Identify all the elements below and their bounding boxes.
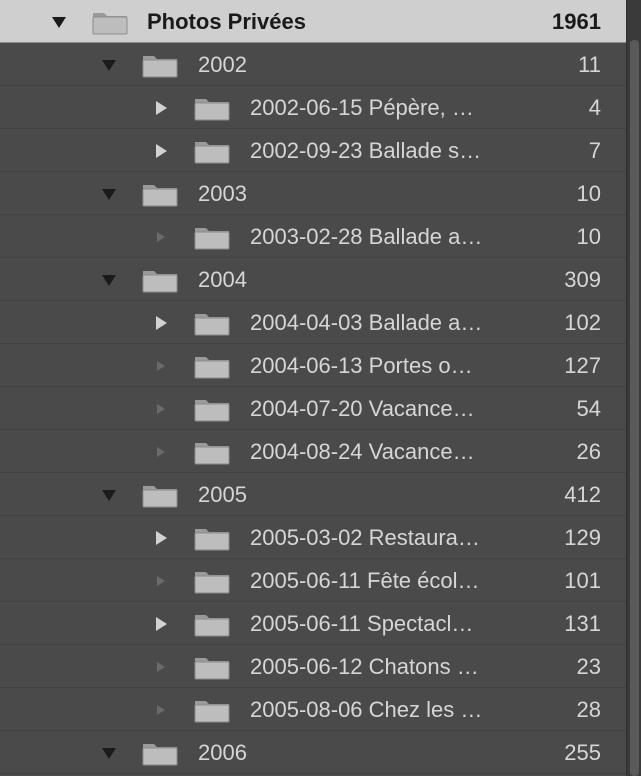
photo-count: 309 [564,267,601,292]
scrollbar-thumb[interactable] [630,40,639,776]
disclosure-expanded-icon[interactable] [100,486,118,504]
photo-count: 412 [564,482,601,507]
folder-name: 2005-06-12 Chatons … [250,654,479,679]
folder-name: 2002-06-15 Pépère, … [250,95,474,120]
folder-name: 2004 [198,267,247,292]
photo-count: 4 [588,95,601,120]
folder-row-event[interactable]: 2002-06-15 Pépère, … 4 [0,86,627,129]
photo-count: 255 [564,740,601,765]
disclosure-empty-icon [152,701,170,719]
folder-icon [194,568,230,594]
folder-name: 2004-07-20 Vacance… [250,396,475,421]
folder-row-root[interactable]: Photos Privées 1961 [0,0,627,43]
folder-icon [142,482,178,508]
folder-row-year[interactable]: 2003 10 [0,172,627,215]
folder-icon [142,52,178,78]
folder-name: 2004-06-13 Portes o… [250,353,473,378]
folder-row-event[interactable]: 2002-09-23 Ballade s… 7 [0,129,627,172]
folder-name: 2004-04-03 Ballade a… [250,310,483,335]
photo-count: 54 [576,396,601,421]
folder-name: 2006 [198,740,247,765]
scrollbar-track[interactable] [626,0,641,776]
folder-row-year[interactable]: 2006 255 [0,731,627,774]
photo-count: 129 [564,525,601,550]
folder-icon [194,525,230,551]
disclosure-collapsed-icon[interactable] [152,529,170,547]
folder-row-event[interactable]: 2005-06-12 Chatons … 23 [0,645,627,688]
photo-count: 127 [564,353,601,378]
disclosure-expanded-icon[interactable] [50,13,68,31]
folder-name: 2005 [198,482,247,507]
folder-row-year[interactable]: 2002 11 [0,43,627,86]
folder-name: 2002 [198,52,247,77]
photo-count: 10 [576,181,601,206]
disclosure-collapsed-icon[interactable] [152,142,170,160]
folder-panel: Photos Privées 1961 2002 11 2002-06-15 Pépèr… [0,0,641,776]
disclosure-collapsed-icon[interactable] [152,615,170,633]
disclosure-empty-icon [152,228,170,246]
folder-icon [194,224,230,250]
photo-count: 10 [576,224,601,249]
disclosure-empty-icon [152,572,170,590]
folder-row-event[interactable]: 2005-03-02 Restaura… 129 [0,516,627,559]
folder-row-event[interactable]: 2005-08-06 Chez les … 28 [0,688,627,731]
folder-icon [194,611,230,637]
folder-name: 2002-09-23 Ballade s… [250,138,482,163]
photo-count: 26 [576,439,601,464]
disclosure-expanded-icon[interactable] [100,56,118,74]
folder-name: 2005-03-02 Restaura… [250,525,480,550]
folder-row-event[interactable]: 2005-06-11 Spectacl… 131 [0,602,627,645]
photo-count: 28 [576,697,601,722]
folder-row-event[interactable]: 2003-02-28 Ballade a… 10 [0,215,627,258]
folder-icon [194,396,230,422]
disclosure-expanded-icon[interactable] [100,185,118,203]
folder-icon [194,95,230,121]
disclosure-collapsed-icon[interactable] [152,99,170,117]
folder-name: 2004-08-24 Vacance… [250,439,475,464]
photo-count: 23 [576,654,601,679]
folder-row-event[interactable]: 2005-06-11 Fête écol… 101 [0,559,627,602]
disclosure-empty-icon [152,658,170,676]
folder-icon [194,138,230,164]
photo-count: 131 [564,611,601,636]
disclosure-empty-icon [152,357,170,375]
folder-row-year[interactable]: 2005 412 [0,473,627,516]
folder-icon [194,697,230,723]
disclosure-empty-icon [152,400,170,418]
folder-row-event[interactable]: 2004-08-24 Vacance… 26 [0,430,627,473]
folder-name: 2005-08-06 Chez les … [250,697,483,722]
folder-icon [194,439,230,465]
folder-icon [92,9,128,35]
photo-count: 1961 [552,9,601,34]
folder-icon [194,353,230,379]
folder-icon [142,740,178,766]
folder-icon [194,654,230,680]
disclosure-expanded-icon[interactable] [100,271,118,289]
disclosure-collapsed-icon[interactable] [152,314,170,332]
photo-count: 7 [588,138,601,163]
folder-row-event[interactable]: 2004-07-20 Vacance… 54 [0,387,627,430]
folder-name: 2005-06-11 Fête écol… [250,568,480,593]
folder-name: 2005-06-11 Spectacl… [250,611,474,636]
folder-name: 2003 [198,181,247,206]
disclosure-expanded-icon[interactable] [100,744,118,762]
disclosure-empty-icon [152,443,170,461]
folder-icon [142,267,178,293]
photo-count: 102 [564,310,601,335]
photo-count: 11 [578,52,601,77]
photo-count: 101 [564,568,601,593]
folder-icon [142,181,178,207]
folder-row-event[interactable]: 2004-06-13 Portes o… 127 [0,344,627,387]
folder-row-event[interactable]: 2004-04-03 Ballade a… 102 [0,301,627,344]
folder-row-year[interactable]: 2004 309 [0,258,627,301]
folder-name: Photos Privées [147,9,306,34]
folder-name: 2003-02-28 Ballade a… [250,224,483,249]
folder-icon [194,310,230,336]
